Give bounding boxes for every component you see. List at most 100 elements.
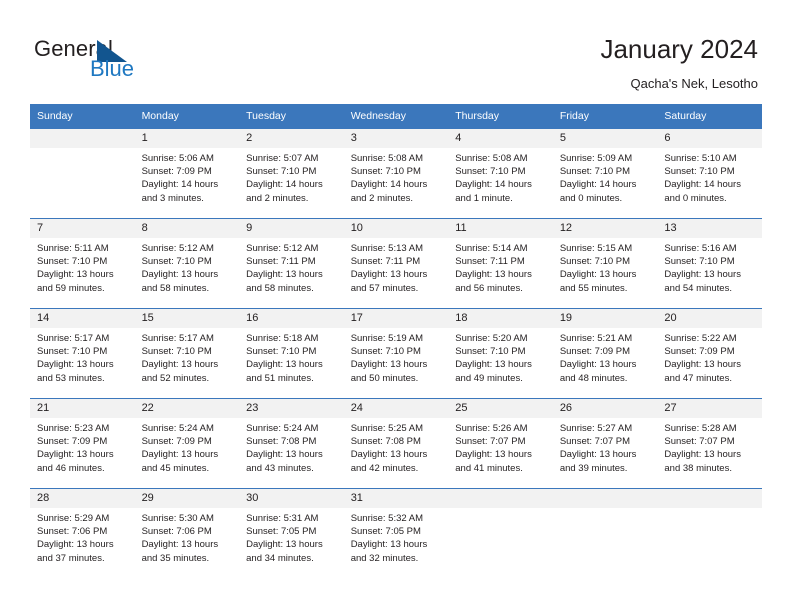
calendar-day-cell[interactable]: 6 Sunrise: 5:10 AM Sunset: 7:10 PM Daylight… — [657, 128, 762, 219]
day-sun-info: Sunrise: 5:08 AM Sunset: 7:10 PM Daylight:… — [344, 148, 449, 205]
calendar-day-cell[interactable]: 3 Sunrise: 5:08 AM Sunset: 7:10 PM Daylight… — [343, 128, 449, 219]
sunset-text: Sunset: 7:10 PM — [141, 346, 212, 358]
day-number: 18 — [448, 309, 553, 328]
day-cell-inner: 9 Sunrise: 5:12 AM Sunset: 7:11 PM Daylight… — [239, 219, 344, 308]
calendar-day-cell-empty — [448, 488, 553, 579]
day-sun-info: Sunrise: 5:19 AM Sunset: 7:10 PM Daylight:… — [344, 328, 449, 385]
day-cell-inner: 3 Sunrise: 5:08 AM Sunset: 7:10 PM Daylight… — [343, 129, 449, 218]
calendar-day-cell[interactable]: 23 Sunrise: 5:24 AM Sunset: 7:08 PM Dayligh… — [239, 398, 344, 489]
day-number: 29 — [134, 489, 240, 508]
calendar-day-cell[interactable]: 26 Sunrise: 5:27 AM Sunset: 7:07 PM Dayligh… — [552, 398, 658, 489]
calendar-day-cell[interactable]: 20 Sunrise: 5:22 AM Sunset: 7:09 PM Dayligh… — [657, 308, 762, 399]
day-number: 7 — [30, 219, 135, 238]
sunset-text: Sunset: 7:09 PM — [141, 436, 212, 448]
day-number: 16 — [239, 309, 344, 328]
calendar-day-cell[interactable]: 16 Sunrise: 5:18 AM Sunset: 7:10 PM Dayligh… — [239, 308, 344, 399]
day-sun-info: Sunrise: 5:07 AM Sunset: 7:10 PM Daylight:… — [239, 148, 344, 205]
calendar-day-cell[interactable]: 10 Sunrise: 5:13 AM Sunset: 7:11 PM Dayligh… — [343, 218, 449, 309]
calendar-day-cell[interactable]: 4 Sunrise: 5:08 AM Sunset: 7:10 PM Daylight… — [448, 128, 553, 219]
calendar-day-cell[interactable]: 22 Sunrise: 5:24 AM Sunset: 7:09 PM Dayligh… — [134, 398, 240, 489]
day-sun-info: Sunrise: 5:23 AM Sunset: 7:09 PM Daylight:… — [30, 418, 135, 475]
daylight-text: Daylight: 13 hours and 50 minutes. — [350, 359, 428, 384]
day-number: 31 — [343, 489, 449, 508]
weekday-header-sunday: Sunday — [30, 104, 135, 129]
sunrise-text: Sunrise: 5:13 AM — [350, 243, 424, 254]
calendar-day-cell[interactable]: 8 Sunrise: 5:12 AM Sunset: 7:10 PM Daylight… — [134, 218, 240, 309]
calendar-day-cell[interactable]: 1 Sunrise: 5:06 AM Sunset: 7:09 PM Daylight… — [134, 128, 240, 219]
sunrise-text: Sunrise: 5:09 AM — [559, 153, 633, 164]
daylight-text: Daylight: 13 hours and 45 minutes. — [141, 449, 219, 474]
calendar-day-cell[interactable]: 28 Sunrise: 5:29 AM Sunset: 7:06 PM Dayligh… — [30, 488, 135, 579]
day-sun-info: Sunrise: 5:06 AM Sunset: 7:09 PM Daylight:… — [135, 148, 240, 205]
calendar-day-cell[interactable]: 2 Sunrise: 5:07 AM Sunset: 7:10 PM Daylight… — [239, 128, 344, 219]
weekday-header-thursday: Thursday — [448, 104, 553, 129]
sunrise-text: Sunrise: 5:17 AM — [37, 333, 110, 344]
weekday-header-row: Sunday Monday Tuesday Wednesday Thursday… — [30, 104, 762, 129]
daylight-text: Daylight: 13 hours and 39 minutes. — [559, 449, 637, 474]
calendar-day-cell[interactable]: 7 Sunrise: 5:11 AM Sunset: 7:10 PM Daylight… — [30, 218, 135, 309]
calendar-day-cell[interactable]: 9 Sunrise: 5:12 AM Sunset: 7:11 PM Daylight… — [239, 218, 344, 309]
calendar-day-cell[interactable]: 25 Sunrise: 5:26 AM Sunset: 7:07 PM Dayligh… — [448, 398, 553, 489]
sunrise-text: Sunrise: 5:31 AM — [246, 513, 319, 524]
calendar-day-cell[interactable]: 30 Sunrise: 5:31 AM Sunset: 7:05 PM Dayligh… — [239, 488, 344, 579]
day-cell-inner: 8 Sunrise: 5:12 AM Sunset: 7:10 PM Daylight… — [134, 219, 240, 308]
page-title: January 2024 — [600, 34, 758, 64]
calendar-day-cell-empty — [30, 128, 135, 219]
day-number: 21 — [30, 399, 135, 418]
sunrise-text: Sunrise: 5:08 AM — [455, 153, 528, 164]
calendar-day-cell[interactable]: 13 Sunrise: 5:16 AM Sunset: 7:10 PM Dayligh… — [657, 218, 762, 309]
calendar-day-cell[interactable]: 11 Sunrise: 5:14 AM Sunset: 7:11 PM Dayligh… — [448, 218, 553, 309]
day-sun-info: Sunrise: 5:15 AM Sunset: 7:10 PM Daylight:… — [553, 238, 658, 295]
calendar-day-cell[interactable]: 12 Sunrise: 5:15 AM Sunset: 7:10 PM Dayligh… — [552, 218, 658, 309]
day-number: 19 — [552, 309, 658, 328]
calendar-day-cell-empty — [657, 488, 762, 579]
sunset-text: Sunset: 7:10 PM — [664, 166, 735, 178]
daylight-text: Daylight: 14 hours and 1 minute. — [455, 179, 532, 204]
day-number: 3 — [343, 129, 449, 148]
sunset-text: Sunset: 7:10 PM — [37, 256, 108, 268]
day-sun-info: Sunrise: 5:17 AM Sunset: 7:10 PM Daylight:… — [30, 328, 135, 385]
daylight-text: Daylight: 13 hours and 58 minutes. — [141, 269, 219, 294]
day-cell-inner: 11 Sunrise: 5:14 AM Sunset: 7:11 PM Dayligh… — [448, 219, 553, 308]
calendar-day-cell[interactable]: 15 Sunrise: 5:17 AM Sunset: 7:10 PM Dayligh… — [134, 308, 240, 399]
day-sun-info: Sunrise: 5:16 AM Sunset: 7:10 PM Daylight:… — [657, 238, 762, 295]
calendar-day-cell[interactable]: 31 Sunrise: 5:32 AM Sunset: 7:05 PM Dayligh… — [343, 488, 449, 579]
sunset-text: Sunset: 7:10 PM — [246, 166, 317, 178]
calendar-day-cell[interactable]: 5 Sunrise: 5:09 AM Sunset: 7:10 PM Daylight… — [552, 128, 658, 219]
sunset-text: Sunset: 7:10 PM — [559, 256, 631, 268]
sunrise-text: Sunrise: 5:29 AM — [37, 513, 110, 524]
daylight-text: Daylight: 13 hours and 34 minutes. — [246, 539, 323, 564]
day-sun-info: Sunrise: 5:26 AM Sunset: 7:07 PM Daylight:… — [448, 418, 553, 475]
calendar-day-cell[interactable]: 29 Sunrise: 5:30 AM Sunset: 7:06 PM Dayligh… — [134, 488, 240, 579]
day-sun-info: Sunrise: 5:18 AM Sunset: 7:10 PM Daylight:… — [239, 328, 344, 385]
daylight-text: Daylight: 13 hours and 58 minutes. — [246, 269, 323, 294]
day-cell-inner: 13 Sunrise: 5:16 AM Sunset: 7:10 PM Dayligh… — [657, 219, 762, 308]
day-cell-inner: 28 Sunrise: 5:29 AM Sunset: 7:06 PM Dayligh… — [30, 489, 135, 579]
sunset-text: Sunset: 7:11 PM — [350, 256, 421, 268]
sunset-text: Sunset: 7:06 PM — [141, 526, 212, 538]
daylight-text: Daylight: 13 hours and 35 minutes. — [141, 539, 219, 564]
day-cell-inner: 19 Sunrise: 5:21 AM Sunset: 7:09 PM Dayligh… — [552, 309, 658, 398]
daylight-text: Daylight: 13 hours and 52 minutes. — [141, 359, 219, 384]
day-number: 5 — [552, 129, 658, 148]
calendar-day-cell[interactable]: 19 Sunrise: 5:21 AM Sunset: 7:09 PM Dayligh… — [552, 308, 658, 399]
sunset-text: Sunset: 7:10 PM — [141, 256, 212, 268]
sunset-text: Sunset: 7:10 PM — [37, 346, 108, 358]
day-number — [30, 129, 135, 148]
sunrise-text: Sunrise: 5:06 AM — [141, 153, 214, 164]
calendar-day-cell[interactable]: 21 Sunrise: 5:23 AM Sunset: 7:09 PM Dayligh… — [30, 398, 135, 489]
day-number: 15 — [134, 309, 240, 328]
day-cell-inner: 6 Sunrise: 5:10 AM Sunset: 7:10 PM Daylight… — [657, 129, 762, 218]
calendar-day-cell[interactable]: 27 Sunrise: 5:28 AM Sunset: 7:07 PM Dayligh… — [657, 398, 762, 489]
calendar-day-cell[interactable]: 17 Sunrise: 5:19 AM Sunset: 7:10 PM Dayligh… — [343, 308, 449, 399]
sunset-text: Sunset: 7:07 PM — [559, 436, 631, 448]
brand-logo[interactable]: General Blue — [34, 36, 234, 86]
calendar-day-cell[interactable]: 24 Sunrise: 5:25 AM Sunset: 7:08 PM Dayligh… — [343, 398, 449, 489]
sunset-text: Sunset: 7:10 PM — [350, 166, 421, 178]
calendar-day-cell[interactable]: 18 Sunrise: 5:20 AM Sunset: 7:10 PM Dayligh… — [448, 308, 553, 399]
sunrise-text: Sunrise: 5:32 AM — [350, 513, 424, 524]
day-number: 8 — [134, 219, 240, 238]
calendar-page: General Blue January 2024 Qacha's Nek, L… — [0, 0, 792, 612]
daylight-text: Daylight: 13 hours and 59 minutes. — [37, 269, 114, 294]
calendar-day-cell[interactable]: 14 Sunrise: 5:17 AM Sunset: 7:10 PM Dayligh… — [30, 308, 135, 399]
